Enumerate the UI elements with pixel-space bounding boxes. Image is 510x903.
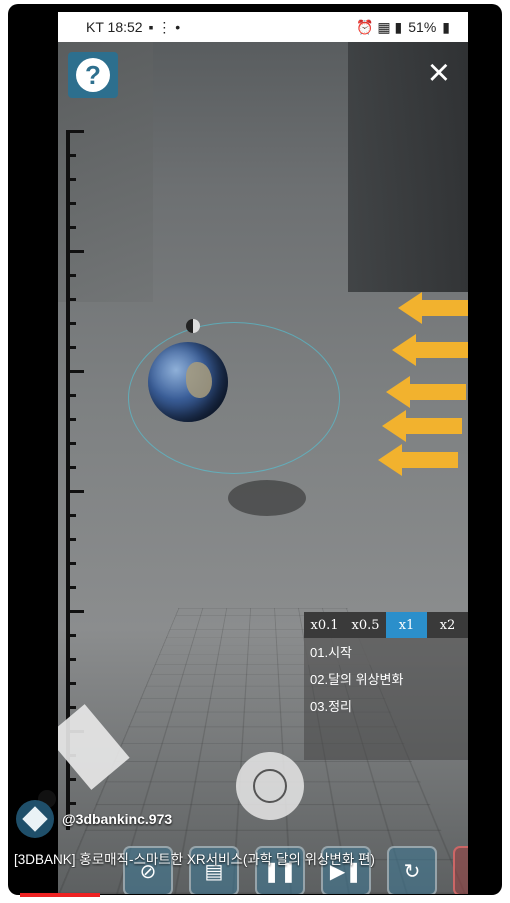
moon-model[interactable] [186,319,200,333]
control-panel: x0.1 x0.5 x1 x2 01.시작 02.달의 위상변화 03.정리 [304,612,468,760]
notification-icons: ▪ ⋮ • [149,19,181,36]
close-button[interactable]: × [428,54,450,92]
phone-frame: KT 18:52 ▪ ⋮ • ⏰ ▦ ▮ 51% ▮ ? × x0.1 x0.5… [8,4,502,895]
ruler-tick [66,562,76,565]
ruler-tick [66,658,76,661]
ruler-tick [66,370,84,373]
status-bar: KT 18:52 ▪ ⋮ • ⏰ ▦ ▮ 51% ▮ [58,12,468,42]
earth-continent [186,362,212,398]
ruler-tick [66,178,76,181]
ruler-tick [66,274,76,277]
ruler-tick [66,586,76,589]
ar-shadow [228,480,306,516]
earth-model[interactable] [148,342,228,422]
ruler-tick [66,442,76,445]
ruler-tick [66,682,76,685]
channel-avatar[interactable] [16,800,54,838]
ruler-tick [66,346,76,349]
video-progress-bar[interactable] [20,893,100,897]
signal-icons: ⏰ ▦ ▮ [356,19,402,36]
ruler-tick [66,706,76,709]
menu-item-summary[interactable]: 03.정리 [304,692,468,719]
help-icon: ? [76,58,110,92]
capture-ring-icon [253,769,287,803]
battery-icon: ▮ [442,19,450,36]
sunlight-arrow-icon [392,334,468,366]
sunlight-arrow-icon [386,376,466,408]
ruler-tick [66,418,76,421]
ruler-tick [66,610,84,613]
ruler-tick [66,490,84,493]
ruler-tick [66,514,76,517]
speed-x2-button[interactable]: x2 [427,612,468,638]
help-button[interactable]: ? [68,52,118,98]
building-wall [348,42,468,292]
ruler-tick [66,634,76,637]
ruler-tick [66,778,76,781]
sunlight-arrow-icon [382,410,462,442]
ruler-tick [66,322,76,325]
ruler-tick [66,226,76,229]
ruler-tick [66,394,76,397]
menu-item-start[interactable]: 01.시작 [304,638,468,665]
video-title: [3DBANK] 홍로매직-스마트한 XR서비스(과학 달의 위상변화 편) [14,848,500,868]
ruler-tick [66,154,76,157]
battery-level: 51% [408,19,436,35]
status-carrier-time: KT 18:52 [86,19,143,35]
ruler-tick [66,130,84,133]
ruler-tick [66,298,76,301]
capture-button[interactable] [236,752,304,820]
speed-x1-button[interactable]: x1 [386,612,427,638]
channel-info[interactable]: @3dbankinc.973 [16,800,172,838]
menu-item-moon-phases[interactable]: 02.달의 위상변화 [304,665,468,692]
ruler-tick [66,466,76,469]
speed-x0-5-button[interactable]: x0.5 [345,612,386,638]
ruler-tick [66,250,84,253]
channel-handle[interactable]: @3dbankinc.973 [62,811,172,827]
speed-x0-1-button[interactable]: x0.1 [304,612,345,638]
ruler-tick [66,538,76,541]
speed-selector: x0.1 x0.5 x1 x2 [304,612,468,638]
ar-camera-view: KT 18:52 ▪ ⋮ • ⏰ ▦ ▮ 51% ▮ ? × x0.1 x0.5… [58,12,468,894]
ruler-tick [66,202,76,205]
sunlight-arrow-icon [378,444,458,476]
sunlight-arrow-icon [398,292,468,324]
